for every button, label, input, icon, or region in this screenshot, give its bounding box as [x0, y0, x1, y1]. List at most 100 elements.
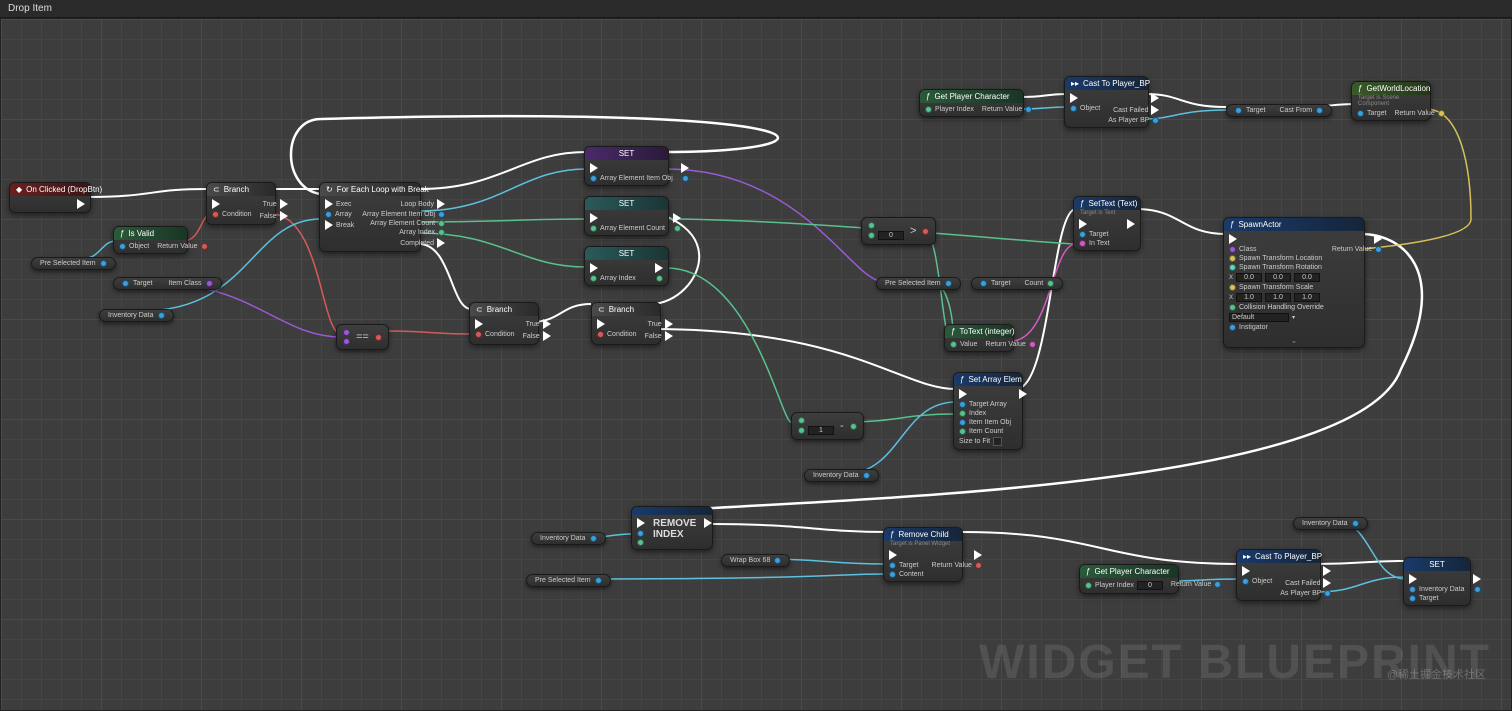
node-target-count[interactable]: Target Count	[971, 277, 1063, 290]
node-branch[interactable]: ⊂ Branch Condition TrueFalse	[206, 182, 276, 225]
scl-y-input[interactable]: 1.0	[1265, 293, 1291, 302]
rot-z-input[interactable]: 0.0	[1294, 273, 1320, 282]
node-title: SetText (Text)	[1088, 199, 1137, 208]
node-target-item-class[interactable]: Target Item Class	[113, 277, 222, 290]
node-get-player-character[interactable]: ƒ Get Player Character Player Index Retu…	[919, 89, 1024, 117]
function-icon: ƒ	[1086, 567, 1090, 576]
op-label: ==	[356, 331, 369, 343]
function-icon: ƒ	[1230, 220, 1234, 229]
node-header: ƒ Set Array Elem	[954, 373, 1022, 386]
node-greater-than[interactable]: 0 >	[861, 217, 936, 245]
node-subtitle: Target is Scene Component	[1352, 95, 1430, 107]
node-title: SET	[619, 149, 635, 158]
checkbox-size-to-fit[interactable]	[993, 437, 1002, 446]
var-inventory-data[interactable]: Inventory Data	[99, 309, 174, 322]
node-on-clicked[interactable]: ◆ On Clicked (DropBtn)	[9, 182, 91, 213]
node-get-world-location[interactable]: ƒ GetWorldLocation Target is Scene Compo…	[1351, 81, 1431, 121]
var-wrap-box[interactable]: Wrap Box 68	[721, 554, 790, 567]
var-label: Inventory Data	[108, 312, 154, 319]
node-equals[interactable]: ==	[336, 324, 389, 350]
node-subtract[interactable]: 1 -	[791, 412, 864, 440]
node-set[interactable]: SET Inventory DataTarget	[1403, 557, 1471, 606]
expand-icon[interactable]: ⌄	[1224, 334, 1364, 347]
var-label: Inventory Data	[540, 535, 586, 542]
var-label: Inventory Data	[1302, 520, 1348, 527]
node-title: For Each Loop with Break	[337, 185, 429, 194]
scl-z-input[interactable]: 1.0	[1294, 293, 1320, 302]
node-remove-index[interactable]: REMOVE INDEX	[631, 506, 713, 550]
node-header: ƒ Is Valid	[114, 227, 187, 240]
node-target-cast-from[interactable]: Target Cast From	[1226, 104, 1332, 117]
node-branch[interactable]: ⊂ Branch Condition TrueFalse	[591, 302, 661, 345]
var-inventory-data[interactable]: Inventory Data	[1293, 517, 1368, 530]
node-header: ⊂ Branch	[470, 303, 538, 316]
node-title: SpawnActor	[1238, 220, 1281, 229]
node-title: REMOVE INDEX	[653, 518, 696, 546]
node-header: ƒ ToText (integer)	[945, 325, 1013, 338]
node-header	[632, 507, 712, 515]
node-header: ▸▸ Cast To Player_BP	[1237, 550, 1320, 563]
node-to-text[interactable]: ƒ ToText (integer) Value Return Value	[944, 324, 1014, 352]
var-inventory-data[interactable]: Inventory Data	[804, 469, 879, 482]
node-spawn-actor[interactable]: ƒ SpawnActor Class Spawn Transform Locat…	[1223, 217, 1365, 348]
node-cast-to-player[interactable]: ▸▸ Cast To Player_BP Object Cast FailedA…	[1236, 549, 1321, 601]
number-input[interactable]: 1	[808, 426, 834, 435]
node-header: ƒ SetText (Text)	[1074, 197, 1140, 210]
function-icon: ƒ	[926, 92, 930, 101]
node-remove-child[interactable]: ƒ Remove Child Target is Panel Widget Ta…	[883, 527, 963, 582]
cast-icon: ▸▸	[1243, 552, 1251, 561]
scl-x-input[interactable]: 1.0	[1236, 293, 1262, 302]
node-set-array-elem[interactable]: ƒ Set Array Elem Target Array Index Item…	[953, 372, 1023, 450]
node-header: SET	[1404, 558, 1470, 571]
node-header: ƒ SpawnActor	[1224, 218, 1364, 231]
node-title: On Clicked (DropBtn)	[26, 185, 102, 194]
window-title: Drop Item	[0, 0, 1512, 18]
branch-icon: ⊂	[213, 185, 220, 194]
connection-wires	[1, 19, 1511, 710]
node-header: SET	[585, 247, 668, 260]
node-set[interactable]: SET Array Element Count	[584, 196, 669, 236]
var-label: Pre Selected Item	[885, 280, 941, 287]
number-input[interactable]: 0	[878, 231, 904, 240]
node-branch[interactable]: ⊂ Branch Condition TrueFalse	[469, 302, 539, 345]
var-pre-selected-item[interactable]: Pre Selected Item	[526, 574, 611, 587]
node-title: Cast To Player_BP	[1083, 79, 1150, 88]
node-header: ƒ Get Player Character	[920, 90, 1023, 103]
var-label: Inventory Data	[813, 472, 859, 479]
branch-icon: ⊂	[476, 305, 483, 314]
function-icon: ƒ	[1358, 84, 1362, 93]
node-title: Branch	[609, 305, 634, 314]
node-set-text[interactable]: ƒ SetText (Text) Target is Text TargetIn…	[1073, 196, 1141, 251]
node-is-valid[interactable]: ƒ Is Valid Object Return Value	[113, 226, 188, 254]
node-header: SET	[585, 147, 668, 160]
var-pre-selected-item[interactable]: Pre Selected Item	[31, 257, 116, 270]
node-title: SET	[619, 249, 635, 258]
node-set[interactable]: SET Array Index	[584, 246, 669, 286]
loop-icon: ↻	[326, 185, 333, 194]
rot-y-input[interactable]: 0.0	[1265, 273, 1291, 282]
var-inventory-data[interactable]: Inventory Data	[531, 532, 606, 545]
function-icon: ƒ	[960, 375, 964, 384]
node-title: Get Player Character	[934, 92, 1009, 101]
node-header: ƒ Remove Child	[884, 528, 962, 541]
node-title: Get Player Character	[1094, 567, 1169, 576]
node-for-each-loop[interactable]: ↻ For Each Loop with Break Exec Array Br…	[319, 182, 421, 252]
var-pre-selected-item[interactable]: Pre Selected Item	[876, 277, 961, 290]
rot-x-input[interactable]: 0.0	[1236, 273, 1262, 282]
node-header: ⊂ Branch	[207, 183, 275, 196]
function-icon: ƒ	[120, 229, 124, 238]
node-title: SET	[619, 199, 635, 208]
node-title: Branch	[487, 305, 512, 314]
node-title: Cast To Player_BP	[1255, 552, 1322, 561]
op-label: -	[840, 420, 844, 432]
collision-select[interactable]: Default	[1229, 313, 1289, 322]
var-label: Pre Selected Item	[535, 577, 591, 584]
player-index-input[interactable]: 0	[1137, 581, 1163, 590]
node-cast-to-player[interactable]: ▸▸ Cast To Player_BP Object Cast FailedA…	[1064, 76, 1149, 128]
function-icon: ƒ	[1080, 199, 1084, 208]
node-set[interactable]: SET Array Element Item Obj	[584, 146, 669, 186]
node-get-player-character[interactable]: ƒ Get Player Character Player Index0 Ret…	[1079, 564, 1179, 594]
node-title: Set Array Elem	[968, 375, 1021, 384]
blueprint-canvas[interactable]: ◆ On Clicked (DropBtn) Pre Selected Item…	[0, 18, 1512, 711]
node-title: GetWorldLocation	[1366, 84, 1430, 93]
